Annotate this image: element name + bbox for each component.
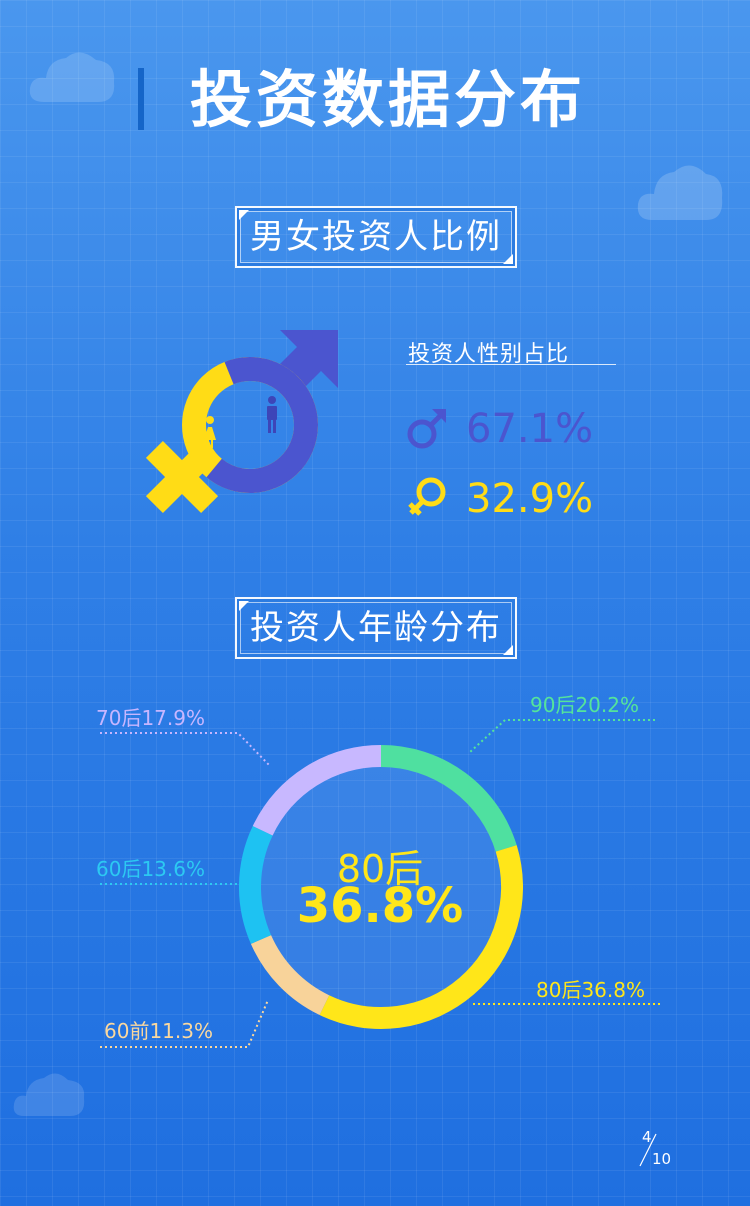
callout-line-90 <box>469 719 655 753</box>
donut-slice-60后 <box>239 826 273 944</box>
callout-line-70 <box>100 732 271 767</box>
age-label-70s: 70后17.9% <box>96 706 205 730</box>
page-indicator: 4 10 <box>636 1128 676 1172</box>
donut-center-value: 36.8% <box>296 878 464 934</box>
page-total: 10 <box>652 1150 672 1168</box>
page-current: 4 <box>642 1128 652 1146</box>
age-label-pre60: 60前11.3% <box>104 1019 213 1043</box>
age-label-60s: 60后13.6% <box>96 857 205 881</box>
age-label-90s: 90后20.2% <box>530 693 639 717</box>
age-label-80s: 80后36.8% <box>536 978 645 1002</box>
